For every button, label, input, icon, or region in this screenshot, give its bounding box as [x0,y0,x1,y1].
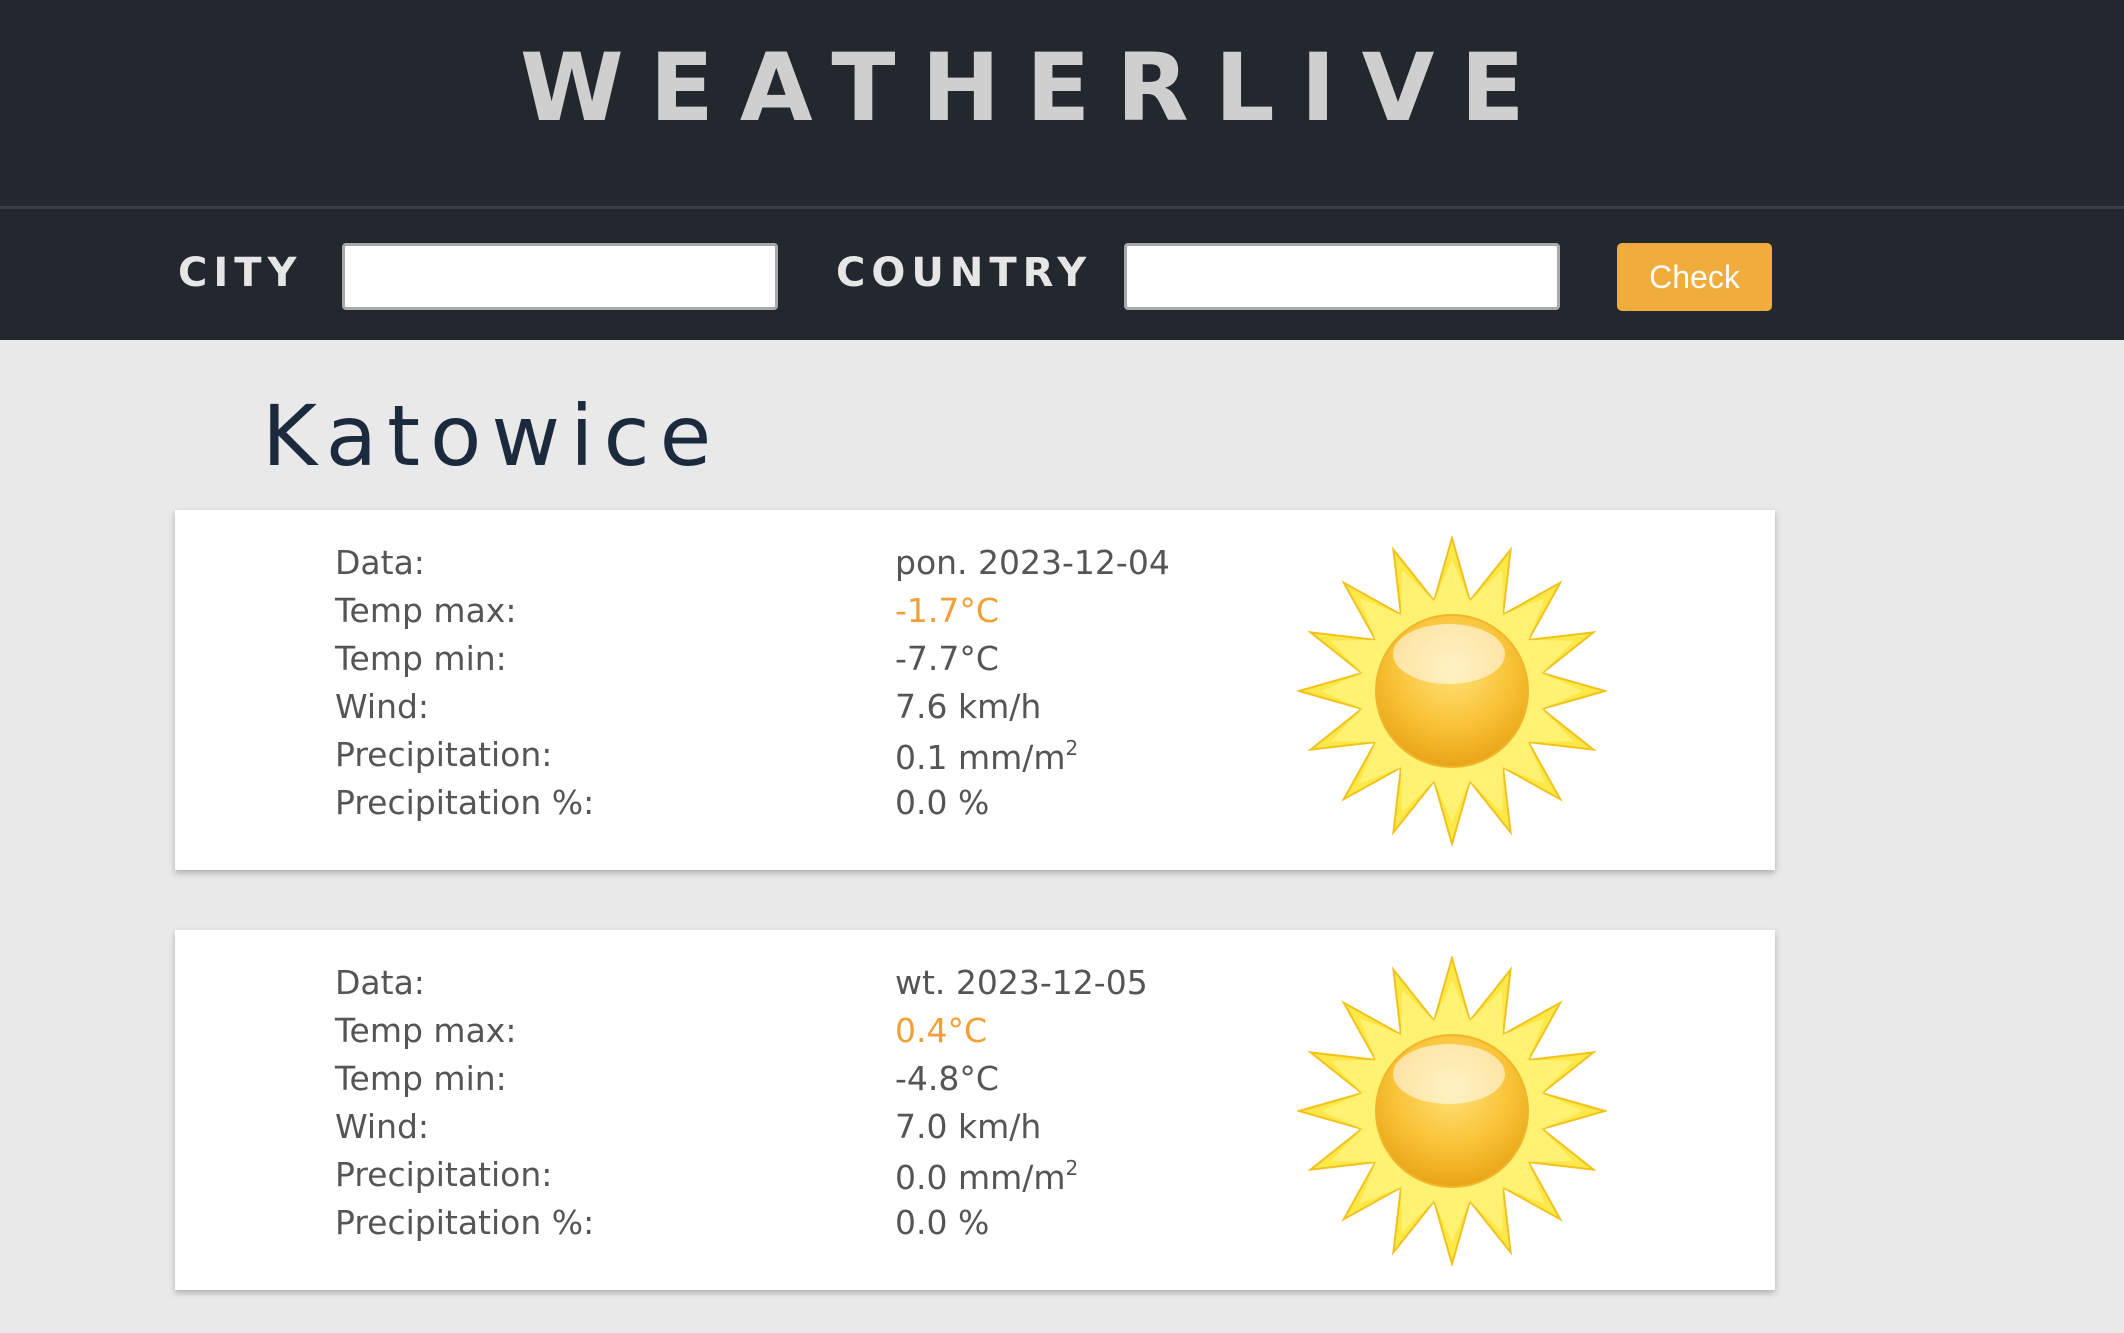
precipitation-value: 0.1 mm/m2 [895,738,1078,774]
temp-max-value: -1.7°C [895,591,999,630]
app-title: WEATHERLIVE [520,34,1551,143]
wind-value: 7.6 km/h [895,687,1042,726]
country-label: COUNTRY [836,250,1093,296]
temp-min-value: -7.7°C [895,639,999,678]
precipitation-unit-exponent: 2 [1065,1156,1079,1180]
temp-min-label: Temp min: [335,639,507,678]
wind-label: Wind: [335,1107,430,1146]
date-label: Data: [335,543,425,582]
country-input[interactable] [1124,243,1560,310]
temp-max-label: Temp max: [335,591,517,630]
wind-label: Wind: [335,687,430,726]
temp-max-value: 0.4°C [895,1011,988,1050]
date-label: Data: [335,963,425,1002]
temp-min-value: -4.8°C [895,1059,999,1098]
precipitation-label: Precipitation: [335,1155,553,1194]
temp-max-label: Temp max: [335,1011,517,1050]
city-title: Katowice [262,387,722,485]
precipitation-amount: 0.0 mm/m [895,1158,1066,1197]
precipitation-unit-exponent: 2 [1065,736,1079,760]
forecast-card: Data: pon. 2023-12-04 Temp max: -1.7°C T… [175,510,1775,870]
check-button[interactable]: Check [1617,243,1772,311]
date-value: pon. 2023-12-04 [895,543,1170,582]
precipitation-pct-value: 0.0 % [895,1203,990,1242]
forecast-card: Data: wt. 2023-12-05 Temp max: 0.4°C Tem… [175,930,1775,1290]
search-bar: CITY COUNTRY Check [0,209,2124,340]
sun-icon [1297,956,1607,1266]
wind-value: 7.0 km/h [895,1107,1042,1146]
precipitation-amount: 0.1 mm/m [895,738,1066,777]
app-header: WEATHERLIVE [0,0,2124,209]
precipitation-label: Precipitation: [335,735,553,774]
temp-min-label: Temp min: [335,1059,507,1098]
date-value: wt. 2023-12-05 [895,963,1148,1002]
precipitation-value: 0.0 mm/m2 [895,1158,1078,1194]
sun-icon [1297,536,1607,846]
precipitation-pct-value: 0.0 % [895,783,990,822]
city-input[interactable] [342,243,778,310]
city-label: CITY [178,250,303,296]
precipitation-pct-label: Precipitation %: [335,783,595,822]
precipitation-pct-label: Precipitation %: [335,1203,595,1242]
